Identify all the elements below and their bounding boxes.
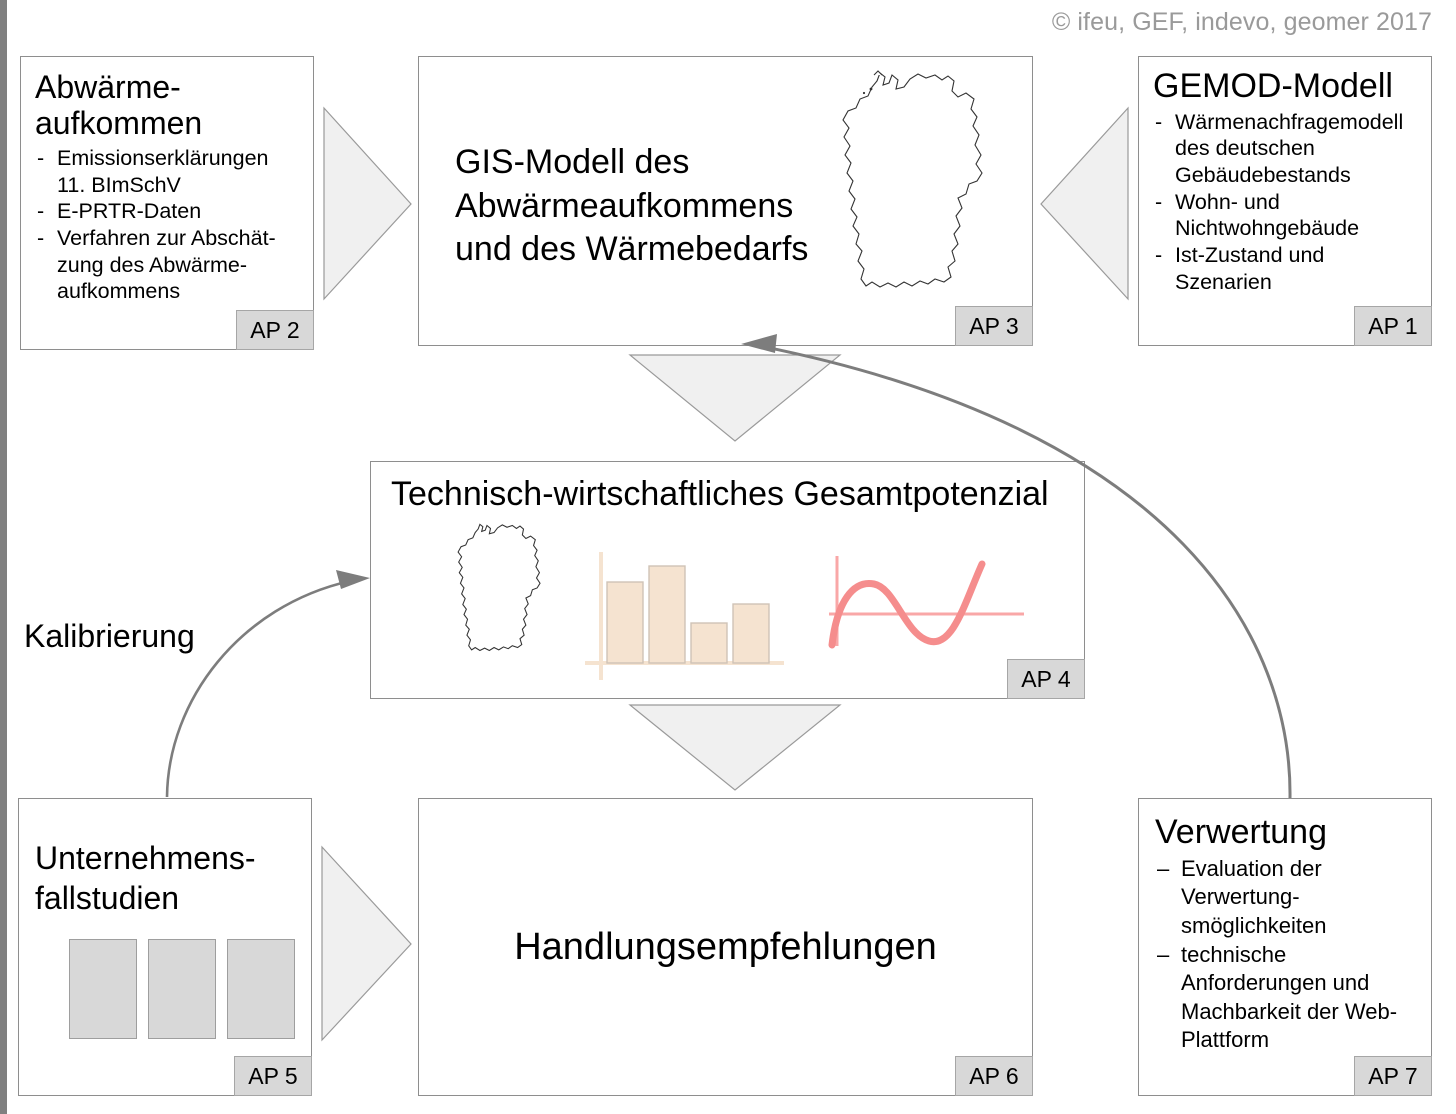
- box-unternehmensfallstudien-title: Unternehmens- fallstudien: [35, 840, 256, 916]
- box-gemod-modell-title: GEMOD-Modell: [1153, 67, 1393, 105]
- box-handlungsempfehlungen[interactable]: Handlungsempfehlungen AP 6: [418, 798, 1033, 1096]
- list-item-label: Verfahren zur Abschät-zung des Abwärme-a…: [57, 225, 276, 304]
- list-item: - Ist-Zustand und Szenarien: [1153, 242, 1419, 295]
- line-curve-icon: [819, 552, 1034, 672]
- list-item-label: technische Anforderungen und Machbarkeit…: [1181, 941, 1398, 1053]
- list-item: - Wohn- und Nichtwohngebäude: [1153, 189, 1419, 242]
- ap-tag-6: AP 6: [955, 1056, 1033, 1096]
- box-gemod-modell-bullets: - Wärmenachfragemodell des deutschen Gebä…: [1153, 109, 1419, 296]
- list-item-label: E-PRTR-Daten: [57, 199, 202, 224]
- arrow-down-ap3-to-ap4: [628, 354, 842, 442]
- list-item: – technische Anforderungen und Machbarkei…: [1155, 941, 1419, 1055]
- ap-tag-3: AP 3: [955, 306, 1033, 346]
- curve-arrowhead-right: [336, 570, 370, 589]
- bullet-marker: -: [1155, 189, 1163, 214]
- case-study-box: [148, 939, 216, 1039]
- curve-kalibrierung: [165, 579, 351, 798]
- bullet-marker: –: [1157, 941, 1170, 967]
- list-item-label: Ist-Zustand und Szenarien: [1175, 243, 1325, 294]
- bullet-marker: -: [37, 225, 45, 250]
- bullet-marker: -: [1155, 243, 1163, 268]
- arrow-down-ap4-to-ap6: [628, 704, 842, 791]
- list-item: - Wärmenachfragemodell des deutschen Gebä…: [1153, 109, 1419, 189]
- list-item: – Evaluation der Verwertung-smöglichkeite…: [1155, 855, 1419, 941]
- bullet-marker: -: [1155, 109, 1163, 134]
- germany-map-icon-small: [441, 518, 553, 678]
- copyright-notice: © ifeu, GEF, indevo, geomer 2017: [1051, 8, 1432, 36]
- box-abwaermeaufkommen[interactable]: Abwärme- aufkommen - Emissionserklärungen…: [20, 56, 314, 350]
- ap-tag-2: AP 2: [236, 310, 314, 350]
- bar-chart-icon: [579, 550, 799, 685]
- box-abwaermeaufkommen-title: Abwärme- aufkommen: [35, 69, 203, 142]
- box-verwertung[interactable]: Verwertung – Evaluation der Verwertung-sm…: [1138, 798, 1432, 1096]
- box-verwertung-bullets: – Evaluation der Verwertung-smöglichkeite…: [1155, 855, 1419, 1055]
- case-study-box: [227, 939, 295, 1039]
- arrow-right-ap2-to-ap3: [323, 106, 412, 301]
- arrow-left-ap1-to-ap3: [1040, 106, 1129, 301]
- bullet-marker: -: [37, 199, 45, 224]
- box-abwaermeaufkommen-bullets: - Emissionserklärungen 11. BImSchV - E-PRT…: [35, 145, 299, 305]
- ap-tag-4: AP 4: [1007, 659, 1085, 699]
- list-item: - E-PRTR-Daten: [35, 198, 299, 225]
- box-handlungsempfehlungen-title: Handlungsempfehlungen: [514, 925, 937, 968]
- box-gesamtpotenzial-title: Technisch-wirtschaftliches Gesamtpotenzi…: [391, 475, 1049, 513]
- left-edge-strip: [0, 0, 7, 1114]
- ap-tag-5: AP 5: [234, 1056, 312, 1096]
- list-item-label: Emissionserklärungen 11. BImSchV: [57, 145, 269, 197]
- case-study-box: [69, 939, 137, 1039]
- diagram-canvas: © ifeu, GEF, indevo, geomer 2017 Abwärme…: [0, 0, 1456, 1114]
- arrow-right-ap5-to-ap6: [321, 845, 412, 1042]
- germany-map-icon: [814, 63, 1004, 333]
- kalibrierung-label: Kalibrierung: [24, 618, 195, 654]
- list-item-label: Evaluation der Verwertung-smöglichkeiten: [1181, 855, 1327, 938]
- bullet-marker: –: [1157, 855, 1170, 881]
- box-gis-modell[interactable]: GIS-Modell des Abwärmeaufkommens und des…: [418, 56, 1033, 346]
- list-item-label: Wohn- und Nichtwohngebäude: [1175, 189, 1360, 241]
- list-item-label: Wärmenachfragemodell des deutschen Gebäu…: [1175, 109, 1404, 188]
- case-study-boxes: [69, 939, 295, 1039]
- list-item: - Verfahren zur Abschät-zung des Abwärme-…: [35, 225, 299, 305]
- box-gis-modell-title: GIS-Modell des Abwärmeaufkommens und des…: [455, 143, 809, 269]
- list-item: - Emissionserklärungen 11. BImSchV: [35, 145, 299, 198]
- box-gemod-modell[interactable]: GEMOD-Modell - Wärmenachfragemodell des d…: [1138, 56, 1432, 346]
- ap-tag-7: AP 7: [1354, 1056, 1432, 1096]
- box-unternehmensfallstudien[interactable]: Unternehmens- fallstudien AP 5: [18, 798, 312, 1096]
- ap-tag-1: AP 1: [1354, 306, 1432, 346]
- box-verwertung-title: Verwertung: [1155, 813, 1327, 851]
- bullet-marker: -: [37, 145, 45, 170]
- box-gesamtpotenzial[interactable]: Technisch-wirtschaftliches Gesamtpotenzi…: [370, 461, 1085, 699]
